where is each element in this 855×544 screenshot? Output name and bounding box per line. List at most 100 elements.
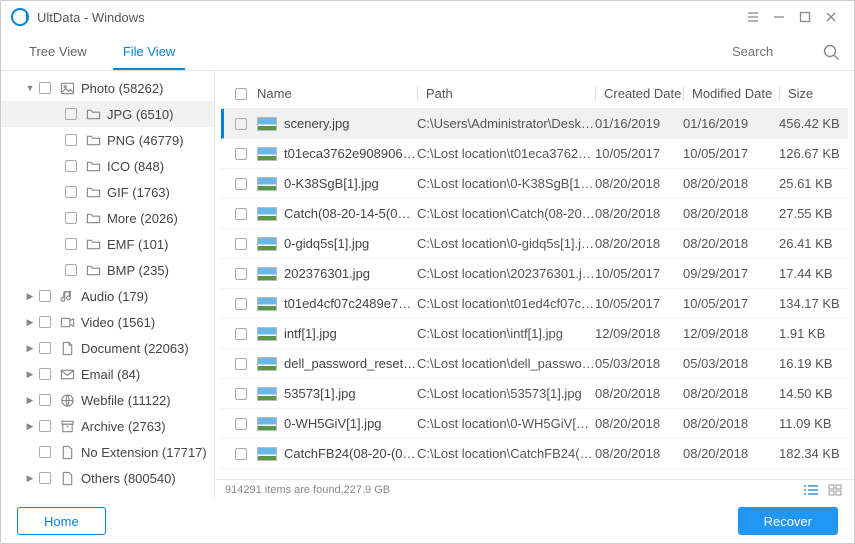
row-checkbox[interactable] bbox=[235, 358, 247, 370]
checkbox[interactable] bbox=[39, 82, 51, 94]
row-checkbox[interactable] bbox=[235, 448, 247, 460]
footer: Home Recover bbox=[1, 499, 854, 543]
checkbox[interactable] bbox=[39, 368, 51, 380]
checkbox[interactable] bbox=[39, 342, 51, 354]
tree-item-jpg[interactable]: JPG (6510) bbox=[1, 101, 214, 127]
col-path[interactable]: Path bbox=[417, 86, 595, 101]
col-created-date[interactable]: Created Date bbox=[595, 86, 683, 101]
tree-item-others[interactable]: ▶Others (800540) bbox=[1, 465, 214, 491]
chevron-down-icon[interactable]: ▼ bbox=[25, 83, 35, 93]
file-size: 182.34 KB bbox=[779, 446, 848, 461]
row-checkbox[interactable] bbox=[235, 298, 247, 310]
maximize-icon[interactable] bbox=[792, 4, 818, 30]
table-row[interactable]: CatchFB24(08-20-(08-...C:\Lost location\… bbox=[221, 439, 848, 469]
chevron-right-icon[interactable]: ▶ bbox=[25, 395, 35, 406]
chevron-right-icon[interactable]: ▶ bbox=[25, 291, 35, 302]
menu-icon[interactable] bbox=[740, 4, 766, 30]
tree-item-video[interactable]: ▶Video (1561) bbox=[1, 309, 214, 335]
row-checkbox[interactable] bbox=[235, 388, 247, 400]
tree-item-audio[interactable]: ▶Audio (179) bbox=[1, 283, 214, 309]
chevron-right-icon[interactable]: ▶ bbox=[25, 317, 35, 328]
col-size[interactable]: Size bbox=[779, 86, 848, 101]
checkbox[interactable] bbox=[39, 472, 51, 484]
row-checkbox[interactable] bbox=[235, 148, 247, 160]
recover-button[interactable]: Recover bbox=[738, 507, 838, 535]
row-checkbox[interactable] bbox=[235, 268, 247, 280]
tree-label: EMF (101) bbox=[107, 237, 168, 252]
row-checkbox[interactable] bbox=[235, 418, 247, 430]
table-row[interactable]: 0-K38SgB[1].jpgC:\Lost location\0-K38SgB… bbox=[221, 169, 848, 199]
table-row[interactable]: intf[1].jpgC:\Lost location\intf[1].jpg1… bbox=[221, 319, 848, 349]
table-row[interactable]: dell_password_reset[1]...C:\Lost locatio… bbox=[221, 349, 848, 379]
file-size: 11.09 KB bbox=[779, 416, 848, 431]
status-bar: 914291 items are found,227.9 GB bbox=[215, 479, 854, 499]
tab-file-view[interactable]: File View bbox=[105, 33, 194, 70]
row-checkbox[interactable] bbox=[235, 328, 247, 340]
table-row[interactable]: t01eca3762e908906be...C:\Lost location\t… bbox=[221, 139, 848, 169]
checkbox[interactable] bbox=[65, 212, 77, 224]
table-row[interactable]: 0-gidq5s[1].jpgC:\Lost location\0-gidq5s… bbox=[221, 229, 848, 259]
row-checkbox[interactable] bbox=[235, 178, 247, 190]
checkbox[interactable] bbox=[39, 446, 51, 458]
globe-icon bbox=[59, 392, 75, 408]
tree-label: No Extension (17717) bbox=[81, 445, 207, 460]
tree-item-bmp[interactable]: BMP (235) bbox=[1, 257, 214, 283]
checkbox[interactable] bbox=[65, 134, 77, 146]
chevron-right-icon[interactable]: ▶ bbox=[25, 343, 35, 354]
row-checkbox[interactable] bbox=[235, 238, 247, 250]
chevron-right-icon[interactable]: ▶ bbox=[25, 473, 35, 484]
chevron-right-icon[interactable]: ▶ bbox=[25, 369, 35, 380]
row-checkbox[interactable] bbox=[235, 208, 247, 220]
header: Tree View File View bbox=[1, 33, 854, 71]
tree-item-email[interactable]: ▶Email (84) bbox=[1, 361, 214, 387]
sidebar[interactable]: ▼ Photo (58262) JPG (6510) PNG (46779) I… bbox=[1, 71, 215, 499]
file-size: 14.50 KB bbox=[779, 386, 848, 401]
tree-label: PNG (46779) bbox=[107, 133, 184, 148]
table-row[interactable]: 0-WH5GiV[1].jpgC:\Lost location\0-WH5GiV… bbox=[221, 409, 848, 439]
tree-item-webfile[interactable]: ▶Webfile (11122) bbox=[1, 387, 214, 413]
checkbox[interactable] bbox=[65, 160, 77, 172]
file-table[interactable]: Name Path Created Date Modified Date Siz… bbox=[215, 71, 854, 479]
close-icon[interactable] bbox=[818, 4, 844, 30]
checkbox[interactable] bbox=[39, 394, 51, 406]
col-modified-date[interactable]: Modified Date bbox=[683, 86, 779, 101]
file-path: C:\Lost location\0-K38SgB[1].jpg bbox=[417, 176, 595, 191]
table-row[interactable]: 53573[1].jpgC:\Lost location\53573[1].jp… bbox=[221, 379, 848, 409]
minimize-icon[interactable] bbox=[766, 4, 792, 30]
tree-item-ico[interactable]: ICO (848) bbox=[1, 153, 214, 179]
checkbox[interactable] bbox=[65, 264, 77, 276]
tree-item-png[interactable]: PNG (46779) bbox=[1, 127, 214, 153]
grid-view-icon[interactable] bbox=[826, 483, 844, 497]
tree-item-emf[interactable]: EMF (101) bbox=[1, 231, 214, 257]
tree-item-gif[interactable]: GIF (1763) bbox=[1, 179, 214, 205]
search-icon[interactable] bbox=[822, 43, 840, 61]
file-created-date: 01/16/2019 bbox=[595, 116, 683, 131]
checkbox[interactable] bbox=[39, 290, 51, 302]
tree-item-document[interactable]: ▶Document (22063) bbox=[1, 335, 214, 361]
tree-item-noext[interactable]: No Extension (17717) bbox=[1, 439, 214, 465]
table-row[interactable]: t01ed4cf07c2489e7ac[...C:\Lost location\… bbox=[221, 289, 848, 319]
col-name[interactable]: Name bbox=[257, 86, 417, 101]
tree-item-more[interactable]: More (2026) bbox=[1, 205, 214, 231]
tree-item-photo[interactable]: ▼ Photo (58262) bbox=[1, 75, 214, 101]
table-row[interactable]: scenery.jpgC:\Users\Administrator\Deskto… bbox=[221, 109, 848, 139]
checkbox[interactable] bbox=[39, 420, 51, 432]
checkbox[interactable] bbox=[39, 316, 51, 328]
checkbox[interactable] bbox=[65, 238, 77, 250]
chevron-right-icon[interactable]: ▶ bbox=[25, 421, 35, 432]
tab-tree-view[interactable]: Tree View bbox=[11, 33, 105, 70]
checkbox[interactable] bbox=[65, 108, 77, 120]
checkbox[interactable] bbox=[65, 186, 77, 198]
file-name: intf[1].jpg bbox=[284, 326, 337, 341]
home-button[interactable]: Home bbox=[17, 507, 106, 535]
list-view-icon[interactable] bbox=[802, 483, 820, 497]
table-row[interactable]: 202376301.jpgC:\Lost location\202376301.… bbox=[221, 259, 848, 289]
search-input[interactable] bbox=[732, 40, 822, 64]
row-checkbox[interactable] bbox=[235, 118, 247, 130]
tree-item-archive[interactable]: ▶Archive (2763) bbox=[1, 413, 214, 439]
file-modified-date: 01/16/2019 bbox=[683, 116, 779, 131]
folder-icon bbox=[85, 210, 101, 226]
table-row[interactable]: Catch(08-20-14-5(08-...C:\Lost location\… bbox=[221, 199, 848, 229]
image-thumb-icon bbox=[257, 387, 277, 401]
select-all-checkbox[interactable] bbox=[235, 88, 247, 100]
